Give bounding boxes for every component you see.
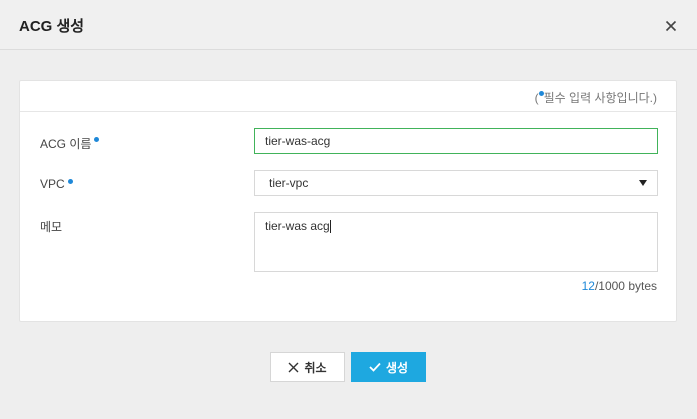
acg-name-label: ACG 이름 (40, 135, 100, 152)
text-cursor (329, 220, 331, 234)
byte-counter: 12/1000 bytes (581, 279, 657, 293)
form-panel: (필수 입력 사항입니다.) ACG 이름 tier-was-acg VPC t… (19, 80, 677, 322)
create-button[interactable]: 생성 (351, 352, 426, 382)
acg-create-dialog: ACG 생성 (필수 입력 사항입니다.) ACG 이름 tier-was-ac… (0, 0, 697, 419)
create-label: 생성 (385, 360, 409, 375)
divider (20, 111, 676, 112)
close-icon[interactable] (663, 18, 679, 34)
check-icon (369, 362, 381, 372)
memo-label: 메모 (40, 220, 63, 234)
cancel-label: 취소 (304, 360, 327, 375)
required-dot-icon (67, 179, 73, 184)
memo-textarea[interactable]: tier-was acg (254, 212, 658, 272)
dialog-title: ACG 생성 (19, 18, 85, 35)
vpc-select[interactable]: tier-vpc (254, 170, 658, 196)
caret-down-icon (639, 180, 647, 186)
required-note: (필수 입력 사항입니다.) (534, 91, 657, 105)
close-icon (288, 362, 299, 372)
required-dot-icon (94, 137, 100, 142)
dialog-header: ACG 생성 (0, 0, 697, 50)
vpc-label: VPC (40, 177, 73, 191)
cancel-button[interactable]: 취소 (270, 352, 345, 382)
acg-name-input[interactable]: tier-was-acg (254, 128, 658, 154)
